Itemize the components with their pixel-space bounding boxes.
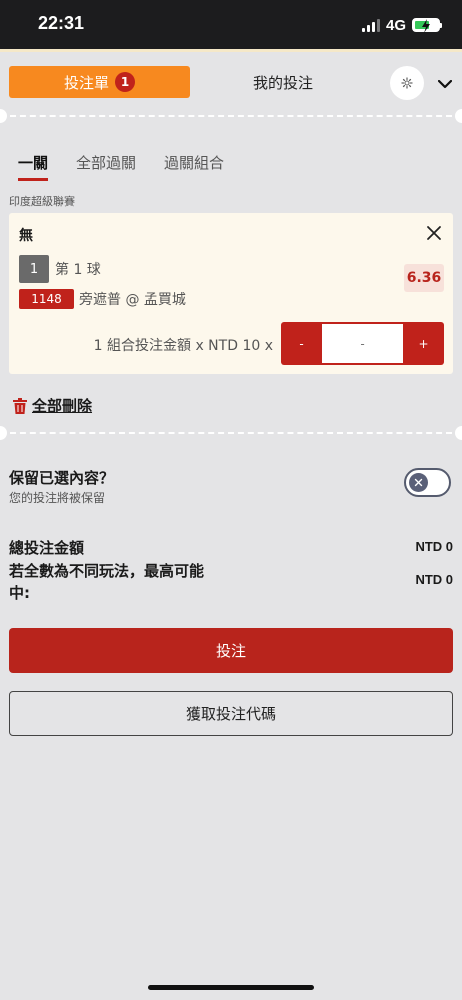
stake-label: 1 組合投注金額 x NTD 10 x [93,338,273,354]
header: 投注單 1 我的投注 [0,52,462,112]
league-name: 印度超級聯賽 [9,195,75,208]
close-icon [427,226,441,240]
tab-all-parlay[interactable]: 全部過關 [76,152,136,181]
home-indicator [148,985,314,990]
status-indicators: 4G [361,14,442,36]
delete-all-button[interactable]: 全部刪除 [13,395,92,416]
bet-card: 無 1 第 1 球 1148 旁遮普 @ 孟買城 6.36 1 組合投注金額 x… [9,213,453,374]
trash-icon [13,397,27,414]
decrease-stake-button[interactable]: - [281,322,322,365]
collapse-button[interactable] [435,74,455,94]
close-icon [414,478,423,487]
tab-parlay-combo[interactable]: 過關組合 [164,152,224,181]
keep-selections-subtitle: 您的投注將被保留 [9,491,106,505]
place-bet-button[interactable]: 投注 [9,628,453,673]
event-id-badge: 1148 [19,289,74,309]
odds-value: 6.36 [404,264,444,292]
keep-selections-toggle[interactable] [404,468,451,497]
chevron-down-icon [438,79,452,88]
total-stake-label: 總投注金額 [9,539,85,557]
market-name: 第 1 球 [55,262,101,278]
signal-icon [361,18,380,32]
delete-all-label: 全部刪除 [32,397,93,415]
total-stake-value: NTD 0 [415,539,453,554]
tab-single[interactable]: 一關 [18,152,49,181]
tab-my-bets[interactable]: 我的投注 [200,66,366,98]
max-win-value: NTD 0 [415,572,453,587]
selection-number: 1 [19,255,49,283]
stake-stepper: - + [281,322,444,365]
increase-stake-button[interactable]: + [403,322,444,365]
get-bet-code-button[interactable]: 獲取投注代碼 [9,691,453,736]
remove-bet-button[interactable] [425,224,443,242]
status-bar: 22:31 4G [0,0,462,49]
network-type: 4G [385,16,406,34]
gear-icon [401,77,413,89]
dashed-divider [0,109,462,123]
keep-selections-title: 保留已選內容？ [9,469,115,487]
match-name: 旁遮普 @ 孟買城 [79,292,186,308]
settings-button[interactable] [390,66,424,100]
bet-selection-title: 無 [19,228,33,244]
status-time: 22:31 [38,13,85,33]
tab-betslip[interactable]: 投注單 1 [9,66,190,98]
bet-type-tabs: 一關 全部過關 過關組合 [18,152,224,181]
stake-input[interactable] [322,324,403,363]
betslip-count-badge: 1 [115,72,135,92]
tab-betslip-label: 投注單 [63,73,109,92]
toggle-knob [409,473,428,492]
dashed-divider [0,426,462,440]
battery-icon [412,18,442,33]
max-win-label: 若全數為不同玩法，最高可能中: [9,562,205,602]
